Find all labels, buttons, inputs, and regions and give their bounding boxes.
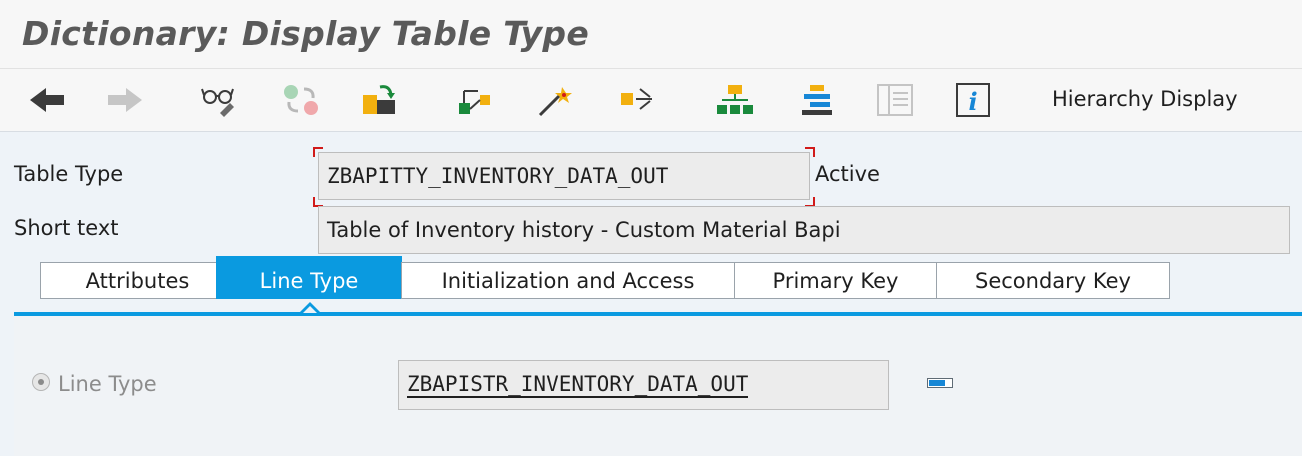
line-type-field[interactable]: ZBAPISTR_INVENTORY_DATA_OUT xyxy=(398,360,889,410)
tab-attributes[interactable]: Attributes xyxy=(40,262,217,299)
svg-text:i: i xyxy=(968,87,977,116)
check-icon[interactable] xyxy=(360,83,398,117)
required-marker xyxy=(805,147,815,157)
documentation-icon[interactable] xyxy=(798,83,836,117)
line-type-value[interactable]: ZBAPISTR_INVENTORY_DATA_OUT xyxy=(407,373,749,398)
entry-indicator xyxy=(929,380,945,386)
title-bar: Dictionary: Display Table Type xyxy=(0,0,1302,69)
hierarchy-display-button[interactable]: Hierarchy Display xyxy=(1052,87,1238,111)
line-type-radio[interactable] xyxy=(32,373,50,391)
tab-line-type[interactable]: Line Type xyxy=(216,256,402,299)
application-toolbar: i Hierarchy Display xyxy=(0,69,1302,132)
hierarchy-icon[interactable] xyxy=(716,83,754,117)
line-type-entry-button[interactable] xyxy=(927,378,953,388)
status-text: Active xyxy=(815,162,880,186)
table-type-label: Table Type xyxy=(14,162,124,186)
where-used-icon[interactable] xyxy=(536,83,574,117)
table-type-field[interactable]: ZBAPITTY_INVENTORY_DATA_OUT xyxy=(318,152,810,200)
line-type-radio-label: Line Type xyxy=(58,372,157,396)
short-text-value: Table of Inventory history - Custom Mate… xyxy=(327,218,841,242)
back-icon[interactable] xyxy=(28,83,66,117)
other-object-icon[interactable] xyxy=(282,83,320,117)
tab-primary-key[interactable]: Primary Key xyxy=(734,262,937,299)
info-icon[interactable]: i xyxy=(954,83,992,117)
short-text-label: Short text xyxy=(14,216,119,240)
object-list-icon[interactable] xyxy=(618,83,656,117)
required-marker xyxy=(313,147,323,157)
tab-initialization-and-access[interactable]: Initialization and Access xyxy=(401,262,735,299)
active-tab-notch-inner xyxy=(303,306,317,313)
display-change-icon[interactable] xyxy=(200,83,238,117)
activate-icon[interactable] xyxy=(456,83,494,117)
table-display-icon[interactable] xyxy=(876,83,914,117)
main-content: Table Type ZBAPITTY_INVENTORY_DATA_OUT A… xyxy=(0,132,1302,456)
table-type-value: ZBAPITTY_INVENTORY_DATA_OUT xyxy=(327,164,669,188)
short-text-field[interactable]: Table of Inventory history - Custom Mate… xyxy=(318,206,1290,254)
page-title: Dictionary: Display Table Type xyxy=(22,14,590,53)
forward-icon[interactable] xyxy=(106,83,144,117)
tab-secondary-key[interactable]: Secondary Key xyxy=(936,262,1170,299)
